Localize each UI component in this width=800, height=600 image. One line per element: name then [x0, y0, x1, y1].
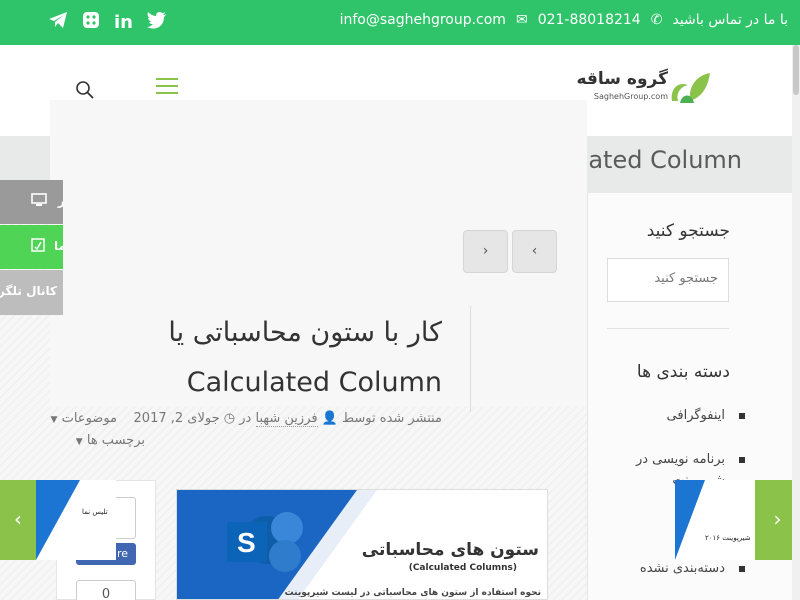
monitor-icon: [31, 193, 47, 207]
floating-item-label: تما: [53, 239, 63, 253]
chevron-left-icon: ‹: [531, 243, 538, 259]
clock-icon: ◷: [223, 411, 236, 426]
chevron-left-icon: ‹: [14, 507, 22, 531]
feature-subtitle: (Calculated Columns): [408, 563, 517, 573]
telegram-icon[interactable]: [48, 11, 68, 35]
category-item[interactable]: دسته‌بندی نشده: [625, 558, 745, 579]
logo-site: SaghehGroup.com: [593, 92, 668, 101]
dice-icon[interactable]: [82, 11, 100, 35]
post-title-line1: کار با ستون محاسباتی یا: [168, 317, 442, 348]
twitter-icon[interactable]: [146, 11, 167, 35]
floating-item-label: در: [57, 194, 63, 208]
feature-description: نحوه استفاده از ستون های محاسباتی در لیس…: [284, 588, 541, 598]
author-link[interactable]: فرزین شهبا: [255, 411, 318, 427]
categories-toggle[interactable]: موضوعات: [62, 411, 117, 426]
caret-down-icon: ▼: [75, 437, 83, 447]
envelope-icon: ✉: [515, 12, 528, 28]
preview-text: تلیس نما: [82, 508, 108, 516]
email-link[interactable]: info@saghehgroup.com: [340, 12, 506, 28]
next-post-preview[interactable]: شیرپوینت ۲۰۱۶: [675, 480, 755, 560]
post-title: کار با ستون محاسباتی یا Calculated Colum…: [142, 308, 442, 408]
floating-item-telegram[interactable]: کانال تلگرام گ: [0, 270, 63, 315]
feature-title: ستون های محاسباتی: [361, 540, 539, 560]
logo-name: گروه ساقه: [576, 69, 668, 89]
featured-image[interactable]: S ستون های محاسباتی (Calculated Columns)…: [176, 489, 548, 600]
linkedin-icon[interactable]: in: [114, 12, 133, 34]
floating-item-call[interactable]: تما: [0, 225, 63, 269]
divider: [607, 328, 729, 329]
category-item[interactable]: اینفوگرافی: [625, 405, 745, 426]
post-meta: منتشر شده توسط 👤 فرزین شهبا در ◷ جولای 2…: [50, 411, 442, 427]
site-logo[interactable]: گروه ساقه SaghehGroup.com: [576, 69, 712, 109]
prev-post-button[interactable]: ›: [463, 230, 508, 273]
contact-text: با ما در تماس باشید: [672, 12, 788, 28]
prev-post-preview[interactable]: تلیس نما: [36, 480, 116, 560]
floating-item-contact[interactable]: در: [0, 180, 63, 224]
divider: [470, 306, 471, 412]
phone-icon: ✆: [650, 12, 663, 28]
tags-toggle[interactable]: برچسب ها ▼: [76, 433, 145, 448]
post-date: جولای 2, 2017: [133, 411, 220, 426]
preview-text: شیرپوینت ۲۰۱۶: [705, 534, 751, 542]
chevron-right-icon: ›: [773, 507, 782, 531]
share-count: 0: [76, 580, 136, 600]
chevron-right-icon: ›: [482, 243, 489, 259]
social-links: in: [48, 11, 167, 35]
user-icon: 👤: [321, 411, 338, 426]
svg-text:S: S: [237, 527, 256, 558]
prev-post-arrow[interactable]: ‹: [0, 480, 36, 560]
floating-item-label: کانال تلگرام گ: [0, 284, 57, 298]
leaf-logo-icon: [671, 73, 710, 103]
menu-icon[interactable]: [156, 78, 178, 94]
scrollbar[interactable]: [792, 45, 800, 600]
search-icon[interactable]: [75, 80, 95, 100]
caret-down-icon[interactable]: ▼: [51, 415, 58, 425]
contact-info: info@saghehgroup.com ✉ 021-88018214 ✆ با…: [340, 12, 788, 28]
top-bar: in info@saghehgroup.com ✉ 021-88018214 ✆…: [0, 0, 800, 45]
categories-widget-title: دسته بندی ها: [636, 362, 730, 382]
phone-icon: [31, 238, 45, 252]
search-input[interactable]: جستجو کنید: [607, 258, 729, 302]
phone-number: 021-88018214: [537, 12, 641, 28]
search-widget-title: جستجو کنید: [646, 221, 730, 241]
next-post-button[interactable]: ‹: [512, 230, 557, 273]
post-title-line2: Calculated Column: [186, 367, 442, 398]
